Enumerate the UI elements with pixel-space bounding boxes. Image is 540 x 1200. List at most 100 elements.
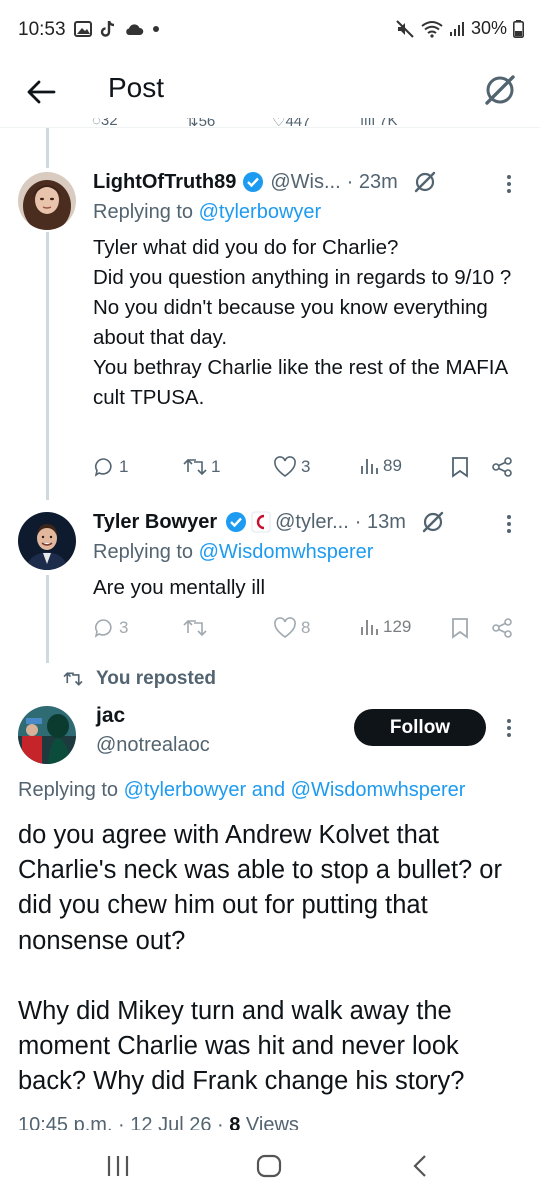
like-button[interactable]: 8 [273,617,310,639]
prev-repost-count[interactable]: ⇅56 [186,118,215,130]
avatar-image [18,706,76,764]
handle[interactable]: @tyler... [275,511,349,534]
post-text: do you agree with Andrew Kolvet that Cha… [18,821,502,1096]
display-name[interactable]: Tyler Bowyer [93,511,217,534]
grok-icon[interactable] [420,509,446,535]
status-notification-icons [74,20,160,38]
tweet-text: Tyler what did you do for Charlie? Did y… [93,236,512,409]
status-time: 10:53 [18,19,66,40]
top-app-bar: Post [0,60,540,126]
views-icon [361,620,378,635]
display-name[interactable]: jac [96,704,125,728]
tweet-text: Are you mentally ill [93,576,266,599]
prev-like-count[interactable]: ♡447 [272,118,310,130]
tiktok-icon [100,20,115,37]
display-name[interactable]: LightOfTruth89 [93,171,236,194]
post-metadata: 10:45 p.m. · 12 Jul 26 · 8 Views [18,1112,523,1130]
views-icon [361,459,378,474]
repost-button[interactable] [183,617,211,639]
share-icon[interactable] [490,617,514,639]
wifi-icon [421,20,443,38]
avatar[interactable] [18,706,76,764]
replying-to: Replying to @Wisdomwhsperer [93,541,374,563]
home-icon[interactable] [256,1154,282,1178]
reply-button[interactable]: 3 [93,617,128,639]
share-icon[interactable] [490,456,514,478]
reply-icon [94,458,112,477]
reply-icon [94,619,112,638]
battery-percent: 30% [470,18,507,38]
post-timestamp[interactable]: 10:45 p.m. · 12 Jul 26 · [18,1114,229,1130]
like-count: 3 [301,457,311,476]
view-count: 89 [383,456,402,475]
grok-button[interactable] [482,72,518,108]
avatar[interactable] [18,512,76,570]
views-button[interactable]: 89 [359,456,402,476]
reply-button[interactable]: 1 [93,456,128,478]
tweet-actions: 1 1 3 89 [93,456,518,480]
previous-post-actions: ◌32 ⇅56 ♡447 ılıl 7K [92,118,522,132]
heart-icon [274,617,296,638]
system-navigation-bar [0,1130,540,1200]
avatar-image [18,512,76,570]
grok-icon[interactable] [412,169,438,195]
verified-badge-icon [243,172,264,192]
grok-icon [485,75,515,105]
thread-line [46,232,49,500]
views-button[interactable]: 129 [359,617,411,637]
post-views-label: Views [240,1114,299,1130]
reposted-label: You reposted [96,668,216,689]
more-options-icon[interactable] [506,174,512,194]
gallery-icon [74,21,92,37]
repost-icon [183,458,207,476]
back-button[interactable] [24,74,60,110]
mention-link[interactable]: @Wisdomwhsperer [199,541,374,563]
header-divider [0,127,540,128]
repost-button[interactable]: 1 [183,456,220,478]
timestamp[interactable]: · 13m [355,511,406,534]
thread-line [46,128,49,168]
signal-icon [449,21,464,36]
tweet-actions: 3 8 129 [93,617,518,641]
verified-badge-icon [226,512,247,532]
page-title: Post [108,72,165,103]
replying-to: Replying to @tylerbowyer and @Wisdomwhsp… [18,779,466,801]
more-options-icon[interactable] [506,718,512,738]
mention-link[interactable]: @tylerbowyer and @Wisdomwhsperer [124,779,466,801]
reply-count: 3 [119,618,129,637]
status-system-icons: 30% [395,18,524,39]
view-count: 129 [383,617,412,636]
thread-line [46,575,49,663]
heart-icon [274,456,296,477]
bookmark-icon[interactable] [450,456,470,478]
back-arrow-icon [27,80,56,104]
affiliate-badge-icon [251,511,271,533]
tweet-header: Tyler Bowyer @tyler... · 13m [93,509,446,535]
like-button[interactable]: 3 [273,456,310,478]
replying-to: Replying to @tylerbowyer [93,201,322,223]
mention-link[interactable]: @tylerbowyer [199,201,322,223]
mute-icon [396,19,414,38]
reply-count: 1 [119,457,129,476]
cloud-icon [126,24,144,35]
more-options-icon[interactable] [506,514,512,534]
recent-apps-icon[interactable] [106,1154,130,1178]
timestamp[interactable]: · 23m [347,171,398,194]
follow-button[interactable]: Follow [354,709,486,746]
bookmark-icon[interactable] [450,617,470,639]
status-bar: 10:53 30% [0,0,540,60]
battery-icon [513,19,524,38]
repost-icon [63,672,83,686]
reposted-indicator: You reposted [62,668,216,690]
repost-count: 1 [211,457,221,476]
post-view-count: 8 [229,1114,241,1130]
like-count: 8 [301,618,311,637]
back-nav-icon[interactable] [410,1154,430,1178]
tweet-header: LightOfTruth89 @Wis... · 23m [93,169,438,195]
dot-icon [153,26,159,32]
avatar[interactable] [18,172,76,230]
handle[interactable]: @Wis... [270,171,340,194]
repost-icon [183,619,207,637]
handle[interactable]: @notrealaoc [96,734,210,757]
avatar-image [18,172,76,230]
